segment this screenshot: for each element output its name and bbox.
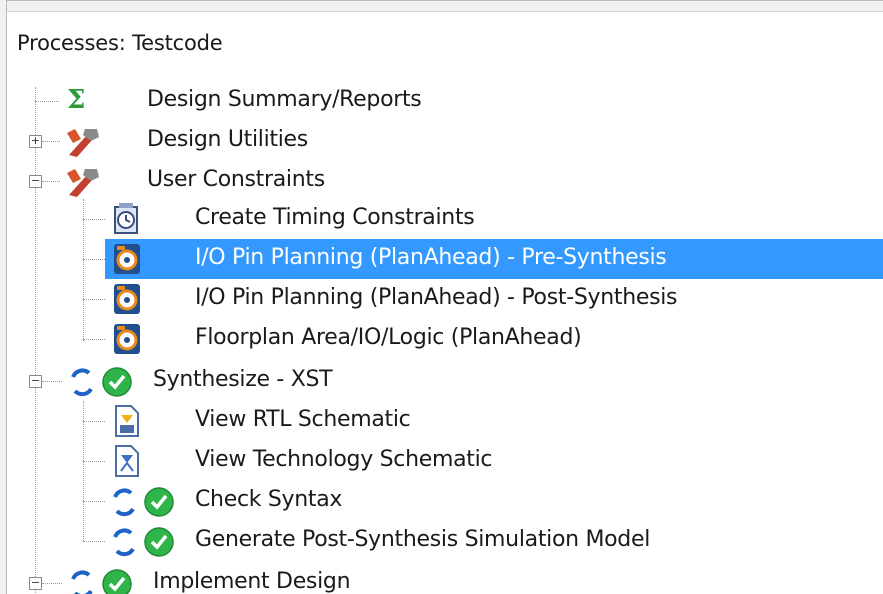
process-tree: Σ Design Summary/Reports + Design Utilit… bbox=[7, 1, 883, 594]
schematic-icon bbox=[115, 405, 139, 437]
tree-item-label: Implement Design bbox=[153, 569, 351, 594]
run-check-icon bbox=[113, 527, 174, 557]
planahead-icon bbox=[114, 244, 140, 274]
tree-item-label: Synthesize - XST bbox=[153, 367, 333, 392]
tree-item-design-utilities[interactable]: + Design Utilities bbox=[7, 121, 883, 161]
tree-item-io-pin-planning-post-synthesis[interactable]: I/O Pin Planning (PlanAhead) - Post-Synt… bbox=[7, 279, 883, 319]
collapse-icon[interactable]: − bbox=[29, 375, 42, 388]
tree-item-label: Design Summary/Reports bbox=[147, 87, 422, 112]
tree-item-io-pin-planning-pre-synthesis[interactable]: I/O Pin Planning (PlanAhead) - Pre-Synth… bbox=[7, 239, 883, 279]
tree-item-label: User Constraints bbox=[147, 167, 325, 192]
tree-item-check-syntax[interactable]: Check Syntax bbox=[7, 481, 883, 521]
tree-item-label: I/O Pin Planning (PlanAhead) - Pre-Synth… bbox=[195, 245, 667, 270]
collapse-icon[interactable]: − bbox=[29, 175, 42, 188]
collapse-icon[interactable]: − bbox=[29, 577, 42, 590]
tree-item-design-summary[interactable]: Σ Design Summary/Reports bbox=[7, 81, 883, 121]
run-check-icon bbox=[71, 569, 132, 594]
tree-item-label: View Technology Schematic bbox=[195, 447, 493, 472]
expand-icon[interactable]: + bbox=[29, 135, 42, 148]
planahead-icon bbox=[114, 284, 140, 314]
schematic-icon bbox=[115, 445, 139, 477]
tree-item-view-rtl-schematic[interactable]: View RTL Schematic bbox=[7, 401, 883, 441]
processes-panel: Processes: Testcode Σ Design Summary/Rep… bbox=[6, 0, 883, 594]
tree-item-generate-post-synthesis-simulation-model[interactable]: Generate Post-Synthesis Simulation Model bbox=[7, 521, 883, 561]
tree-item-implement-design[interactable]: − Implement Design bbox=[7, 563, 883, 594]
tree-item-floorplan[interactable]: Floorplan Area/IO/Logic (PlanAhead) bbox=[7, 319, 883, 359]
tree-item-create-timing-constraints[interactable]: Create Timing Constraints bbox=[7, 199, 883, 239]
planahead-icon bbox=[114, 324, 140, 354]
tree-item-label: Generate Post-Synthesis Simulation Model bbox=[195, 527, 651, 552]
tree-item-synthesize-xst[interactable]: − Synthesize - XST bbox=[7, 361, 883, 401]
tree-item-label: Check Syntax bbox=[195, 487, 343, 512]
tree-item-label: I/O Pin Planning (PlanAhead) - Post-Synt… bbox=[195, 285, 678, 310]
tree-item-user-constraints[interactable]: − User Constraints bbox=[7, 161, 883, 201]
tools-icon bbox=[67, 129, 99, 157]
tree-item-label: View RTL Schematic bbox=[195, 407, 411, 432]
tree-item-label: Design Utilities bbox=[147, 127, 308, 152]
tree-item-label: Floorplan Area/IO/Logic (PlanAhead) bbox=[195, 325, 582, 350]
tree-item-view-technology-schematic[interactable]: View Technology Schematic bbox=[7, 441, 883, 481]
run-check-icon bbox=[71, 367, 132, 397]
timing-icon bbox=[114, 203, 138, 234]
sigma-icon: Σ bbox=[67, 85, 86, 115]
tools-icon bbox=[67, 169, 99, 197]
run-check-icon bbox=[113, 487, 174, 517]
tree-item-label: Create Timing Constraints bbox=[195, 205, 475, 230]
